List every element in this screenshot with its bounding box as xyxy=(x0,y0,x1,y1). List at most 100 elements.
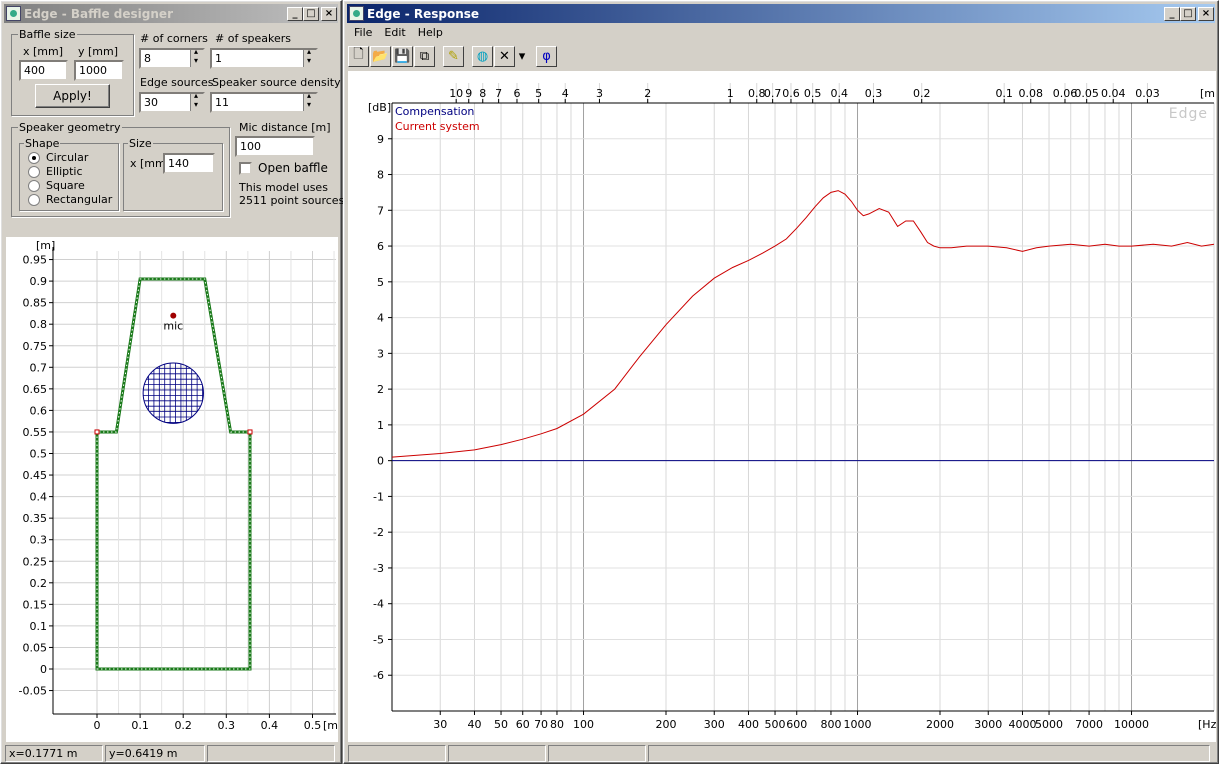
resp-y-tick-label: 2 xyxy=(377,383,384,396)
resp-top-tick-label: 0.1 xyxy=(995,87,1013,100)
resp-x-tick-label: 600 xyxy=(786,718,807,731)
baffle-y-tick-label: 0.7 xyxy=(30,361,48,374)
baffle-edge-sources xyxy=(96,278,251,670)
menu-bar: File Edit Help xyxy=(348,23,449,41)
resp-x-tick-label: 60 xyxy=(516,718,530,731)
resp-top-tick-label: 0.4 xyxy=(830,87,848,100)
new-icon[interactable]: 🗋 xyxy=(348,45,369,67)
mic-label: mic xyxy=(163,320,183,333)
minimize-button[interactable]: _ xyxy=(1164,6,1180,21)
corners-spinner[interactable]: 8 xyxy=(139,47,205,69)
baffle-y-tick-label: 0.8 xyxy=(30,318,48,331)
shape-rectangular-radio[interactable]: Rectangular xyxy=(28,193,112,206)
close-button[interactable]: × xyxy=(321,6,337,21)
mic-icon xyxy=(170,312,177,319)
square-label: Square xyxy=(46,179,85,192)
resp-top-tick-label: 6 xyxy=(513,87,520,100)
save-icon[interactable]: 💾 xyxy=(392,45,413,67)
menu-file[interactable]: File xyxy=(348,26,378,39)
maximize-button[interactable]: □ xyxy=(303,6,319,21)
response-window: Edge - Response _ □ × File Edit Help 🗋 📂… xyxy=(343,0,1219,764)
dropdown-icon[interactable]: ▾ xyxy=(516,45,528,67)
baffle-y-tick-label: 0.6 xyxy=(30,404,48,417)
resp-y-tick-label: -4 xyxy=(373,598,384,611)
resp-top-tick-label: 5 xyxy=(535,87,542,100)
model-info-line2: 2511 point sources xyxy=(239,194,345,207)
resp-y-unit: [dB] xyxy=(368,101,391,114)
response-chart[interactable]: 9 8 7 6 5 4 3 2 1 0 -1 -2 -3 -4 -5 -6 [dB] 30 40 50 60 70 80 10… xyxy=(348,71,1216,742)
response-chart-svg: 9876543210-1-2-3-4-5-6[dB]30 40 50 60 70 80 10… xyxy=(368,83,1216,731)
resp-y-tick-label: -6 xyxy=(373,669,384,682)
baffle-y-tick-label: 0 xyxy=(40,663,47,676)
resp-x-tick-label: 1000 xyxy=(844,718,872,731)
speaker-density-spinner[interactable]: 11 xyxy=(210,91,318,113)
resp-top-tick-label: 0.2 xyxy=(913,87,931,100)
menu-edit[interactable]: Edit xyxy=(378,26,411,39)
resp-top-tick-label: 0.6 xyxy=(782,87,800,100)
baffle-title-bar[interactable]: Edge - Baffle designer _ □ × xyxy=(4,4,338,23)
shape-elliptic-radio[interactable]: Elliptic xyxy=(28,165,83,178)
baffle-y-tick-label: 0.45 xyxy=(23,469,48,482)
minimize-button[interactable]: _ xyxy=(287,6,303,21)
resp-top-tick-label: 0.03 xyxy=(1135,87,1160,100)
apply-button[interactable]: Apply! xyxy=(35,84,110,108)
speakers-spinner[interactable]: 1 xyxy=(210,47,318,69)
resp-x-tick-label: 40 xyxy=(467,718,481,731)
resp-y-tick-label: 1 xyxy=(377,419,384,432)
baffle-x-tick-label: 0.5 xyxy=(304,719,322,732)
baffle-corner-marker xyxy=(94,429,100,435)
baffle-y-tick-label: 0.75 xyxy=(23,340,48,353)
baffle-x-label: x [mm] xyxy=(23,45,64,58)
resp-top-tick-label: 1 xyxy=(727,87,734,100)
circular-label: Circular xyxy=(46,151,89,164)
resp-top-tick-label: 0.05 xyxy=(1074,87,1099,100)
watermark-label: Edge xyxy=(1169,106,1208,122)
resp-x-tick-label: 800 xyxy=(820,718,841,731)
resp-top-tick-label: 2 xyxy=(644,87,651,100)
mic-distance-input[interactable]: 100 xyxy=(235,136,315,157)
baffle-y-input[interactable]: 1000 xyxy=(74,60,124,81)
globe-icon[interactable]: ◍ xyxy=(472,45,493,67)
baffle-x-tick-label: 0.2 xyxy=(174,719,192,732)
open-icon[interactable]: 📂 xyxy=(370,45,391,67)
delete-icon[interactable]: ✕ xyxy=(494,45,515,67)
resp-y-tick-label: -5 xyxy=(373,633,384,646)
edge-sources-value: 30 xyxy=(144,96,158,109)
resp-y-tick-label: 3 xyxy=(377,347,384,360)
speaker-outline xyxy=(142,362,204,424)
speakers-label: # of speakers xyxy=(215,32,292,45)
maximize-button[interactable]: □ xyxy=(1180,6,1196,21)
baffle-x-input[interactable]: 400 xyxy=(19,60,68,81)
speaker-density-value: 11 xyxy=(215,96,229,109)
baffle-x-tick-label: 0 xyxy=(94,719,101,732)
model-info-line1: This model uses xyxy=(239,181,328,194)
baffle-y-tick-label: 0.2 xyxy=(30,577,48,590)
shape-square-radio[interactable]: Square xyxy=(28,179,85,192)
status-panel-3 xyxy=(548,745,646,762)
resp-x-tick-label: 5000 xyxy=(1035,718,1063,731)
size-x-input[interactable]: 140 xyxy=(163,153,215,174)
baffle-size-label: Baffle size xyxy=(18,28,77,41)
baffle-y-tick-label: 0.3 xyxy=(30,534,48,547)
open-baffle-checkbox[interactable]: Open baffle xyxy=(239,161,328,175)
resp-top-tick-label: 10 xyxy=(449,87,463,100)
resp-y-tick-label: -2 xyxy=(373,526,384,539)
toolbar: 🗋 📂 💾 ⧉ ✎ ◍ ✕ ▾ φ xyxy=(348,43,557,69)
menu-help[interactable]: Help xyxy=(412,26,449,39)
shape-circular-radio[interactable]: Circular xyxy=(28,151,88,164)
close-button[interactable]: × xyxy=(1198,6,1214,21)
baffle-plot[interactable]: 0.95 0.9 0.85 0.8 0.75 0.7 0.65 0.6 0.55 0.5 0.45 0… xyxy=(6,237,338,742)
edge-sources-spinner[interactable]: 30 xyxy=(139,91,205,113)
status-panel-4 xyxy=(648,745,1210,762)
baffle-outline xyxy=(95,277,252,671)
app-icon xyxy=(349,6,364,21)
response-title-bar[interactable]: Edge - Response _ □ × xyxy=(347,4,1215,23)
app-icon xyxy=(6,6,21,21)
baffle-x-tick-label: 0.3 xyxy=(218,719,236,732)
pen-icon[interactable]: ✎ xyxy=(443,45,464,67)
resp-x-tick-label: 100 xyxy=(573,718,594,731)
resp-x-tick-label: 30 xyxy=(433,718,447,731)
copy-icon[interactable]: ⧉ xyxy=(414,45,435,67)
baffle-x-tick-label: 0.1 xyxy=(131,719,149,732)
phase-icon[interactable]: φ xyxy=(536,45,557,67)
